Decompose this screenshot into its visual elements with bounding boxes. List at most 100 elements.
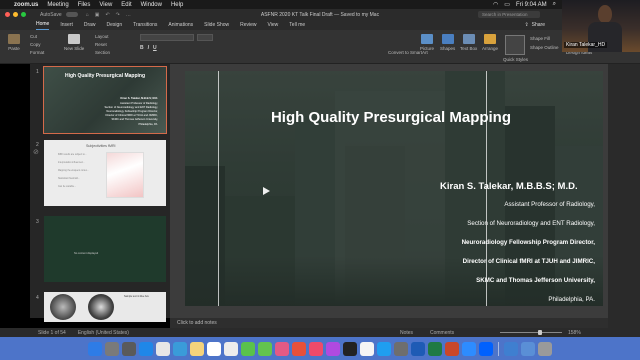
calendar-icon[interactable]: [207, 341, 221, 356]
save-icon[interactable]: ▣: [95, 12, 100, 18]
dropbox-icon[interactable]: [479, 341, 493, 356]
shapes-button[interactable]: Shapes: [440, 34, 455, 51]
slide-thumbnails-panel[interactable]: 1 High Quality Presurgical Mapping Kiran…: [30, 64, 170, 322]
tv-icon[interactable]: [343, 341, 357, 356]
zoom-slider[interactable]: [500, 330, 562, 335]
menu-zoom[interactable]: zoom.us: [14, 2, 38, 8]
slide-title[interactable]: High Quality Presurgical Mapping: [270, 108, 512, 127]
paste-button[interactable]: Paste: [8, 34, 20, 51]
slide-canvas[interactable]: High Quality Presurgical Mapping Kiran S…: [170, 64, 608, 318]
clock[interactable]: Fri 9:04 AM: [516, 2, 547, 8]
new-slide-button[interactable]: New Slide: [64, 34, 84, 51]
menu-help[interactable]: Help: [171, 2, 183, 8]
webcam-video[interactable]: Kiran Talekar_HD: [562, 0, 640, 52]
search-input[interactable]: Search in Presentation: [478, 11, 540, 18]
notes-pane[interactable]: Click to add notes: [170, 318, 608, 328]
format-painter-button[interactable]: Format: [30, 50, 44, 55]
messages-icon[interactable]: [241, 341, 255, 356]
word-icon[interactable]: [411, 341, 425, 356]
copy-button[interactable]: Copy: [30, 42, 41, 47]
slide-thumbnail-2[interactable]: Subjectivities fMRI fMRI results are sub…: [44, 140, 166, 206]
slide-affiliation-line[interactable]: Section of Neuroradiology and ENT Radiol…: [467, 220, 595, 227]
comments-button[interactable]: Comments: [430, 330, 454, 336]
finder-icon[interactable]: [88, 341, 102, 356]
quick-styles-gallery[interactable]: [505, 35, 525, 55]
notes-icon[interactable]: [190, 341, 204, 356]
menu-view[interactable]: View: [99, 2, 112, 8]
zoom-window-icon[interactable]: [21, 12, 26, 17]
font-name-field[interactable]: [140, 34, 194, 41]
tab-review[interactable]: Review: [240, 22, 256, 30]
trash-icon[interactable]: [538, 341, 552, 356]
home-icon[interactable]: ⌂: [86, 12, 89, 18]
pages-icon[interactable]: [360, 341, 374, 356]
font-size-field[interactable]: [197, 34, 213, 41]
app-store-icon[interactable]: [377, 341, 391, 356]
slide-author[interactable]: Kiran S. Talekar, M.B.B.S; M.D.: [440, 181, 578, 192]
chrome-icon[interactable]: [156, 341, 170, 356]
slide-affiliation-line[interactable]: SKMC and Thomas Jefferson University,: [476, 277, 595, 284]
picture-button[interactable]: Picture: [420, 34, 434, 51]
section-button[interactable]: Section: [95, 50, 110, 55]
wifi-icon[interactable]: ◠: [493, 1, 498, 8]
tab-view[interactable]: View: [268, 22, 279, 30]
menu-files[interactable]: Files: [78, 2, 91, 8]
documents-folder-icon[interactable]: [521, 341, 535, 356]
more-icon[interactable]: …: [126, 12, 131, 18]
vertical-scrollbar[interactable]: [608, 64, 640, 328]
photos-icon[interactable]: [275, 341, 289, 356]
text-box-button[interactable]: Text Box: [460, 34, 477, 51]
slide-affiliation-line[interactable]: Philadelphia, PA.: [548, 296, 595, 303]
shape-outline-button[interactable]: Shape Outline: [530, 45, 559, 50]
underline-button[interactable]: U: [153, 45, 157, 51]
menu-meeting[interactable]: Meeting: [47, 2, 68, 8]
tab-slide-show[interactable]: Slide Show: [204, 22, 229, 30]
news-icon[interactable]: [292, 341, 306, 356]
notes-button[interactable]: Notes: [400, 330, 413, 336]
tab-insert[interactable]: Insert: [60, 22, 73, 30]
battery-icon[interactable]: ▭: [504, 1, 510, 8]
slide-affiliation-line[interactable]: Director of Clinical fMRI at TJUH and JI…: [463, 258, 595, 265]
facetime-icon[interactable]: [258, 341, 272, 356]
italic-button[interactable]: I: [148, 45, 149, 51]
preview-icon[interactable]: [394, 341, 408, 356]
slide-thumbnail-4[interactable]: Sample text in blue box: [44, 292, 166, 322]
system-preferences-icon[interactable]: [122, 341, 136, 356]
minimize-window-icon[interactable]: [13, 12, 18, 17]
layout-button[interactable]: Layout: [95, 34, 109, 39]
undo-icon[interactable]: ↶: [105, 12, 109, 18]
close-window-icon[interactable]: [5, 12, 10, 17]
slide-thumbnail-3[interactable]: No content displayed: [44, 216, 166, 282]
bold-button[interactable]: B: [140, 45, 144, 51]
slide-affiliation-line[interactable]: Neuroradiology Fellowship Program Direct…: [462, 239, 595, 246]
reminders-icon[interactable]: [224, 341, 238, 356]
tab-draw[interactable]: Draw: [84, 22, 96, 30]
notes-placeholder[interactable]: Click to add notes: [177, 320, 217, 326]
cut-button[interactable]: Cut: [30, 34, 37, 39]
downloads-folder-icon[interactable]: [504, 341, 518, 356]
shape-fill-button[interactable]: Shape Fill: [530, 36, 550, 41]
zoom-level[interactable]: 158%: [568, 330, 581, 336]
mail-icon[interactable]: [173, 341, 187, 356]
tab-tell-me[interactable]: Tell me: [289, 22, 305, 30]
arrange-button[interactable]: Arrange: [482, 34, 498, 51]
powerpoint-icon[interactable]: [445, 341, 459, 356]
music-icon[interactable]: [309, 341, 323, 356]
menu-edit[interactable]: Edit: [121, 2, 131, 8]
share-button[interactable]: ⇪ Share: [524, 21, 545, 29]
tab-design[interactable]: Design: [107, 22, 123, 30]
excel-icon[interactable]: [428, 341, 442, 356]
reset-button[interactable]: Reset: [95, 42, 107, 47]
slide-affiliation-line[interactable]: Assistant Professor of Radiology,: [504, 201, 595, 208]
slide-thumbnail-1[interactable]: High Quality Presurgical Mapping Kiran S…: [43, 66, 167, 134]
safari-icon[interactable]: [139, 341, 153, 356]
zoom-slider-knob[interactable]: [538, 330, 542, 335]
menu-window[interactable]: Window: [141, 2, 162, 8]
tab-animations[interactable]: Animations: [168, 22, 193, 30]
slide[interactable]: High Quality Presurgical Mapping Kiran S…: [185, 71, 603, 306]
launchpad-icon[interactable]: [105, 341, 119, 356]
tab-transitions[interactable]: Transitions: [133, 22, 157, 30]
tab-home[interactable]: Home: [36, 21, 50, 30]
autosave-toggle[interactable]: [65, 12, 78, 17]
redo-icon[interactable]: ↷: [116, 12, 120, 18]
